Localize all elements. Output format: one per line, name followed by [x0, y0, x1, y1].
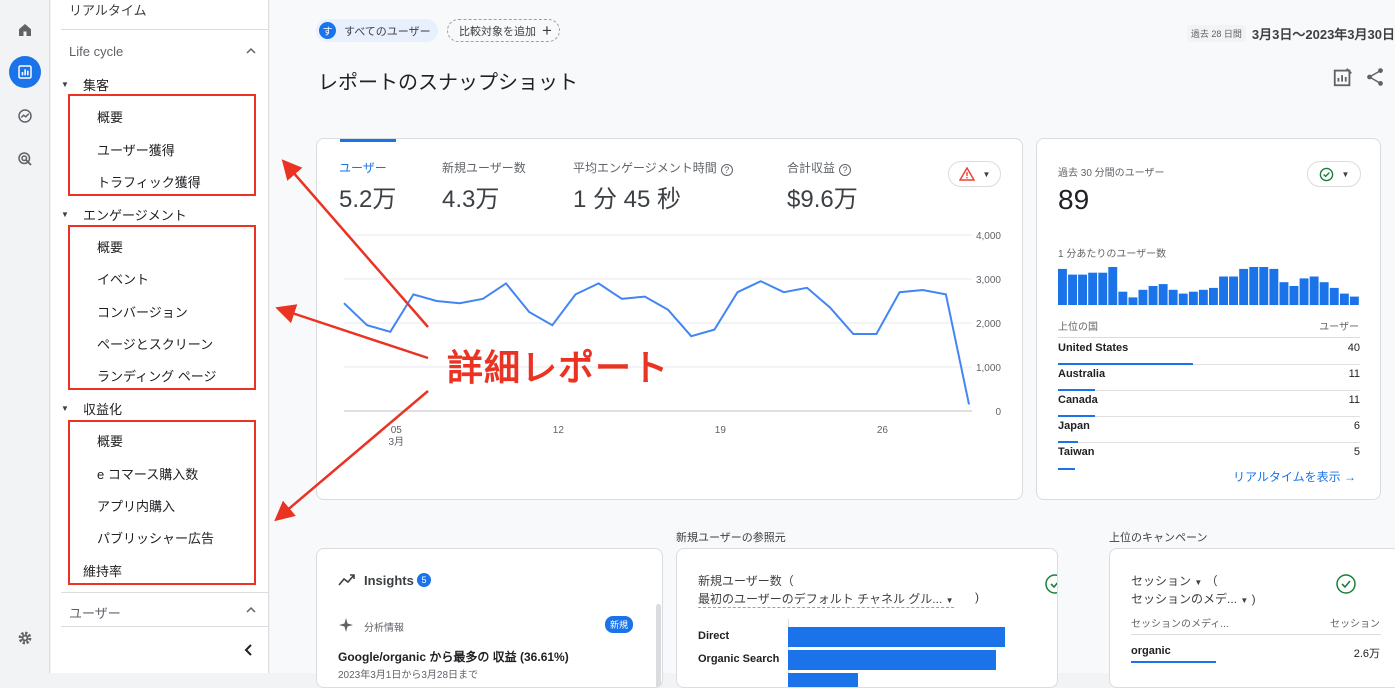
annotation-callout: 詳細レポート [447, 347, 670, 388]
referral-bar [788, 673, 858, 687]
annotation-arrow [274, 390, 429, 522]
annotation-arrow [275, 304, 429, 360]
annotation-arrow [281, 159, 429, 328]
annotation-arrows [274, 159, 429, 522]
